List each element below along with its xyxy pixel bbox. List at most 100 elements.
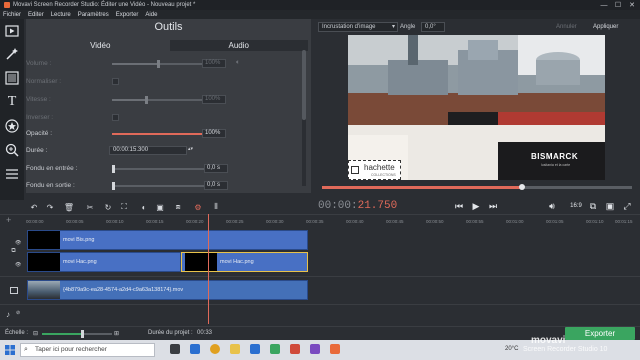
taskbar-search[interactable]: ⌕ Taper ici pour rechercher xyxy=(20,343,155,357)
cancel-button[interactable]: Annuler xyxy=(556,24,577,30)
reverse-checkbox[interactable] xyxy=(112,114,119,121)
undo-icon[interactable]: ↶ xyxy=(28,200,40,214)
menu-editer[interactable]: Editer xyxy=(28,12,44,18)
mute-icon[interactable]: ⊘ xyxy=(16,310,20,316)
overlay-logo[interactable]: hachette COLLECTIONS xyxy=(348,160,401,180)
ruler-tick: 00:00:55 xyxy=(466,219,484,224)
menu-fichier[interactable]: Fichier xyxy=(3,12,21,18)
menu-aide[interactable]: Aide xyxy=(145,12,157,18)
task-view-icon[interactable] xyxy=(170,344,180,354)
angle-field[interactable]: 0,0° xyxy=(421,22,445,32)
aspect-ratio[interactable]: 16:9 xyxy=(568,200,584,212)
cut-icon[interactable]: ✂︎ xyxy=(84,200,96,214)
playhead[interactable] xyxy=(208,214,209,324)
redo-icon[interactable]: ↷ xyxy=(44,200,56,214)
apply-button[interactable]: Appliquer xyxy=(593,24,618,30)
ruler-tick: 00:01:05 xyxy=(546,219,564,224)
audio-wave-icon[interactable]: ⦀ xyxy=(210,200,222,214)
mail-icon[interactable] xyxy=(250,344,260,354)
tab-audio[interactable]: Audio xyxy=(169,40,308,51)
play-icon[interactable]: ▶︎ xyxy=(469,200,483,212)
panel-scrollbar[interactable] xyxy=(302,50,306,186)
ruler-tick: 00:00:05 xyxy=(66,219,84,224)
seek-handle[interactable] xyxy=(519,184,525,190)
previous-icon[interactable]: ⏮︎ xyxy=(452,200,466,212)
transition-icon[interactable]: ▣ xyxy=(154,200,166,214)
movavi-task-icon[interactable] xyxy=(330,344,340,354)
add-track-icon[interactable]: + xyxy=(6,215,11,225)
fade-in-value[interactable]: 0,0 s xyxy=(204,164,228,173)
logo-mark xyxy=(351,166,359,174)
movavi-watermark: movavi Screen Recorder Studio 10 xyxy=(523,335,607,353)
speed-value[interactable]: 100% xyxy=(202,95,226,104)
fullscreen-icon[interactable]: ⤢ xyxy=(620,200,634,212)
app-icon-purple[interactable] xyxy=(310,344,320,354)
ruler-tick: 00:00:35 xyxy=(306,219,324,224)
settings-gear-icon[interactable]: ⚙︎ xyxy=(192,200,204,214)
normalize-checkbox[interactable] xyxy=(112,78,119,85)
music-note-icon: ♪ xyxy=(6,310,10,319)
store-icon[interactable] xyxy=(270,344,280,354)
clip-thumbnail xyxy=(28,281,60,299)
timeline-ruler[interactable]: + 00:00:00 00:00:05 00:00:10 00:00:15 00… xyxy=(0,214,640,226)
crop-icon[interactable]: ⛶ xyxy=(118,200,130,214)
maximize-button[interactable]: ☐ xyxy=(611,0,625,10)
link-icon[interactable]: ⧉ xyxy=(11,248,15,255)
app-icon-red[interactable] xyxy=(290,344,300,354)
eye-icon[interactable]: 👁︎ xyxy=(15,262,21,268)
menu-exporter[interactable]: Exporter xyxy=(116,12,139,18)
tab-video[interactable]: Vidéo xyxy=(31,40,170,51)
duration-field[interactable]: 00:00:15.300 xyxy=(109,146,187,155)
fade-out-value[interactable]: 0,0 s xyxy=(204,181,228,190)
rotate-icon[interactable]: ↻ xyxy=(102,200,114,214)
ruler-tick: 00:00:45 xyxy=(386,219,404,224)
watermark-product: Screen Recorder Studio 10 xyxy=(523,346,608,353)
spinner-icon[interactable]: ▴▾ xyxy=(188,146,193,152)
scale-label: Échelle : xyxy=(5,330,29,336)
volume-icon[interactable]: 🔊︎ xyxy=(545,200,559,212)
windows-start-icon[interactable] xyxy=(5,345,15,355)
clip-name: {4b879a9c-ea28-4574-a2d4-c9a63a138174}.m… xyxy=(63,287,184,293)
delete-icon[interactable]: 🗑︎ xyxy=(63,200,75,214)
close-button[interactable]: ✕ xyxy=(625,0,639,10)
edge-icon[interactable] xyxy=(190,344,200,354)
video-track-header xyxy=(0,279,27,301)
next-icon[interactable]: ⏭︎ xyxy=(486,200,500,212)
clip-hac-2[interactable]: movi Hac.png xyxy=(181,252,308,272)
prop-label: Normaliser : xyxy=(26,78,62,85)
overlay-mode-select[interactable]: Incrustation d'image ▾ xyxy=(318,22,398,32)
prop-label: Fondu en entrée : xyxy=(26,165,78,172)
stabilize-icon[interactable]: ⧈ xyxy=(172,200,184,214)
menu-lecture[interactable]: Lecture xyxy=(51,12,71,18)
chrome-icon[interactable] xyxy=(210,344,220,354)
minimize-button[interactable]: — xyxy=(597,0,611,10)
detach-icon[interactable]: ⧉ xyxy=(586,200,600,212)
zoom-out-icon[interactable]: ⊟ xyxy=(33,330,38,337)
zoom-icon[interactable] xyxy=(3,141,21,159)
eye-icon[interactable]: 👁︎ xyxy=(15,240,21,246)
opacity-value[interactable]: 100% xyxy=(202,129,226,138)
scale-slider[interactable] xyxy=(42,330,112,338)
chevron-down-icon: ▾ xyxy=(391,24,395,30)
clip-bis[interactable]: movi Bis.png xyxy=(27,230,308,250)
explorer-icon[interactable] xyxy=(230,344,240,354)
filters-icon[interactable] xyxy=(3,69,21,87)
snapshot-icon[interactable]: ▣ xyxy=(603,200,617,212)
stickers-icon[interactable] xyxy=(3,117,21,135)
clip-main-video[interactable]: {4b879a9c-ea28-4574-a2d4-c9a63a138174}.m… xyxy=(27,280,308,300)
menu-parametres[interactable]: Paramètres xyxy=(78,12,109,18)
ruler-tick: 00:01:10 xyxy=(586,219,604,224)
timecode-prefix: 00:00: xyxy=(318,200,358,212)
more-tools-icon[interactable] xyxy=(3,165,21,183)
media-import-icon[interactable] xyxy=(3,22,21,40)
color-adjust-icon[interactable]: ◐ xyxy=(138,200,150,214)
preview-seek-bar[interactable] xyxy=(322,184,632,190)
magic-wand-icon[interactable] xyxy=(3,45,21,63)
volume-value[interactable]: 100% xyxy=(202,59,226,68)
zoom-in-icon[interactable]: ⊞ xyxy=(114,330,119,337)
clip-hac-1[interactable]: movi Hac.png xyxy=(27,252,181,272)
speaker-icon[interactable]: 🔈︎ xyxy=(236,59,240,67)
video-preview[interactable]: BISMARCK lusitania et la carte hachette … xyxy=(348,35,605,180)
titles-icon[interactable]: T xyxy=(3,93,21,111)
prop-fade-in: Fondu en entrée : 0,0 s xyxy=(26,164,296,174)
